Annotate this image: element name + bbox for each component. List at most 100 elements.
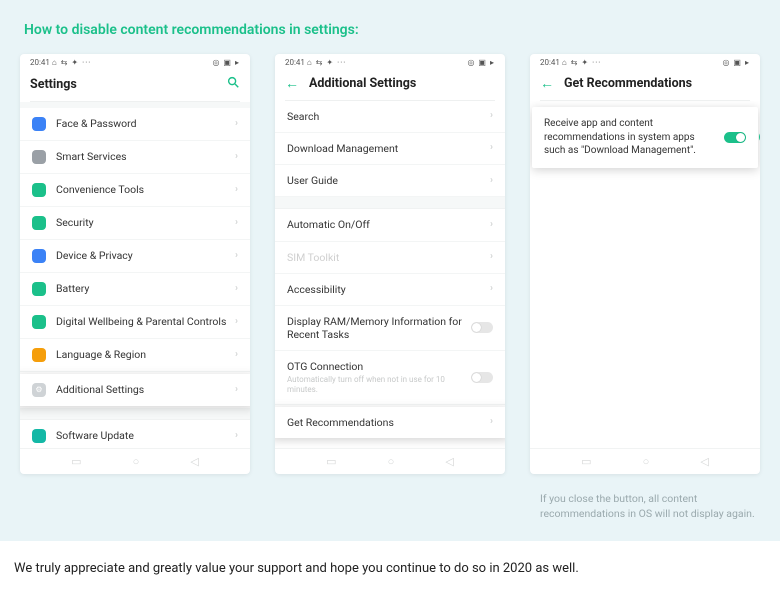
chevron-right-icon: › [490, 142, 493, 155]
gear-icon: ⚙ [32, 383, 46, 397]
phone-settings: 20:41 ⌂ ⇆ ✦ ··· ◎ ▣ ▸ Settings Face & Pa… [20, 54, 250, 474]
settings-row[interactable]: Accessibility › [275, 274, 505, 306]
chevron-right-icon: › [235, 151, 238, 164]
row-label: Download Management [287, 142, 490, 155]
settings-row[interactable]: Software Update › [20, 420, 250, 448]
toggle-switch[interactable] [471, 322, 493, 333]
nav-home-icon[interactable]: ○ [388, 455, 395, 468]
chevron-right-icon: › [490, 219, 493, 232]
row-label: Software Update [56, 429, 235, 442]
row-label: Search [287, 110, 490, 123]
chevron-right-icon: › [235, 349, 238, 362]
settings-row[interactable]: Automatic On/Off › [275, 209, 505, 241]
row-additional-settings[interactable]: ⚙ Additional Settings › 1 [20, 374, 250, 406]
phones-row: 20:41 ⌂ ⇆ ✦ ··· ◎ ▣ ▸ Settings Face & Pa… [20, 54, 760, 474]
row-subtext: Automatically turn off when not in use f… [287, 375, 471, 395]
back-icon[interactable]: ← [540, 75, 554, 92]
chevron-right-icon: › [490, 283, 493, 296]
toggle-switch[interactable] [471, 372, 493, 383]
settings-row[interactable]: Smart Services › [20, 141, 250, 174]
footer-text: We truly appreciate and greatly value yo… [0, 541, 780, 594]
settings-row[interactable]: Battery › [20, 273, 250, 306]
app-bar: ← Get Recommendations [530, 69, 760, 100]
status-bar: 20:41 ⌂ ⇆ ✦ ··· ◎ ▣ ▸ [275, 54, 505, 69]
row-icon [32, 150, 46, 164]
system-nav: ▭ ○ ◁ [530, 448, 760, 474]
settings-row[interactable]: Digital Wellbeing & Parental Controls › [20, 306, 250, 339]
settings-list: Face & Password › Smart Services › Conve… [20, 102, 250, 448]
row-label: Convenience Tools [56, 183, 235, 196]
row-label: Language & Region [56, 348, 235, 361]
settings-row[interactable]: Device & Privacy › [20, 240, 250, 273]
settings-row[interactable]: Security › [20, 207, 250, 240]
settings-toggle-row: Display RAM/Memory Information for Recen… [275, 306, 505, 351]
row-label: SIM Toolkit [287, 251, 490, 264]
settings-row[interactable]: Face & Password › [20, 108, 250, 141]
row-label: Security [56, 216, 235, 229]
row-icon [32, 183, 46, 197]
recommendations-description: Receive app and content recommendations … [544, 117, 714, 158]
chevron-right-icon: › [235, 283, 238, 296]
tutorial-caption: If you close the button, all content rec… [540, 492, 760, 521]
chevron-right-icon: › [235, 250, 238, 263]
row-label: Display RAM/Memory Information for Recen… [287, 315, 471, 341]
recommendations-toggle[interactable] [724, 132, 746, 143]
chevron-right-icon: › [235, 217, 238, 230]
row-icon [32, 315, 46, 329]
nav-back-icon[interactable]: ◁ [190, 455, 198, 468]
step-badge-3: 3 [759, 131, 760, 144]
settings-row[interactable]: Convenience Tools › [20, 174, 250, 207]
system-nav: ▭ ○ ◁ [275, 448, 505, 474]
row-label: Digital Wellbeing & Parental Controls [56, 315, 235, 328]
nav-recents-icon[interactable]: ▭ [326, 455, 336, 468]
row-label: Accessibility [287, 283, 490, 296]
settings-row[interactable]: Language & Region › [20, 339, 250, 372]
page-title: Get Recommendations [564, 76, 750, 91]
row-label: Device & Privacy [56, 249, 235, 262]
nav-recents-icon[interactable]: ▭ [581, 455, 591, 468]
recommendations-toggle-card: Receive app and content recommendations … [532, 107, 758, 168]
nav-recents-icon[interactable]: ▭ [71, 455, 81, 468]
row-label: Battery [56, 282, 235, 295]
row-icon [32, 429, 46, 443]
settings-row[interactable]: Search › [275, 101, 505, 133]
search-icon[interactable] [226, 75, 240, 93]
chevron-right-icon: › [235, 118, 238, 131]
system-nav: ▭ ○ ◁ [20, 448, 250, 474]
phone-get-recommendations: 20:41 ⌂ ⇆ ✦ ··· ◎ ▣ ▸ ← Get Recommendati… [530, 54, 760, 474]
nav-home-icon[interactable]: ○ [133, 455, 140, 468]
nav-back-icon[interactable]: ◁ [700, 455, 708, 468]
row-label: User Guide [287, 174, 490, 187]
settings-row[interactable]: User Guide › [275, 165, 505, 197]
chevron-right-icon: › [235, 384, 238, 397]
settings-row[interactable]: SIM Toolkit › [275, 242, 505, 274]
row-get-recommendations[interactable]: Get Recommendations › 2 [275, 407, 505, 438]
row-label: Smart Services [56, 150, 235, 163]
chevron-right-icon: › [490, 110, 493, 123]
chevron-right-icon: › [235, 184, 238, 197]
app-bar: ← Additional Settings [275, 69, 505, 100]
row-label: Face & Password [56, 117, 235, 130]
row-icon [32, 348, 46, 362]
chevron-right-icon: › [235, 316, 238, 329]
back-icon[interactable]: ← [285, 75, 299, 92]
settings-row[interactable]: Backup and Reset › [275, 440, 505, 448]
nav-back-icon[interactable]: ◁ [445, 455, 453, 468]
row-icon [32, 216, 46, 230]
phone-additional-settings: 20:41 ⌂ ⇆ ✦ ··· ◎ ▣ ▸ ← Additional Setti… [275, 54, 505, 474]
chevron-right-icon: › [490, 175, 493, 188]
row-label: Automatic On/Off [287, 218, 490, 231]
nav-home-icon[interactable]: ○ [643, 455, 650, 468]
tutorial-stage: How to disable content recommendations i… [0, 0, 780, 541]
chevron-right-icon: › [490, 416, 493, 429]
settings-row[interactable]: Download Management › [275, 133, 505, 165]
row-icon [32, 282, 46, 296]
row-icon [32, 117, 46, 131]
app-bar: Settings [20, 69, 250, 101]
chevron-right-icon: › [490, 251, 493, 264]
page-title: Settings [30, 77, 216, 92]
status-bar: 20:41 ⌂ ⇆ ✦ ··· ◎ ▣ ▸ [530, 54, 760, 69]
chevron-right-icon: › [235, 430, 238, 443]
section-heading: How to disable content recommendations i… [24, 22, 760, 38]
settings-toggle-row: OTG ConnectionAutomatically turn off whe… [275, 351, 505, 405]
